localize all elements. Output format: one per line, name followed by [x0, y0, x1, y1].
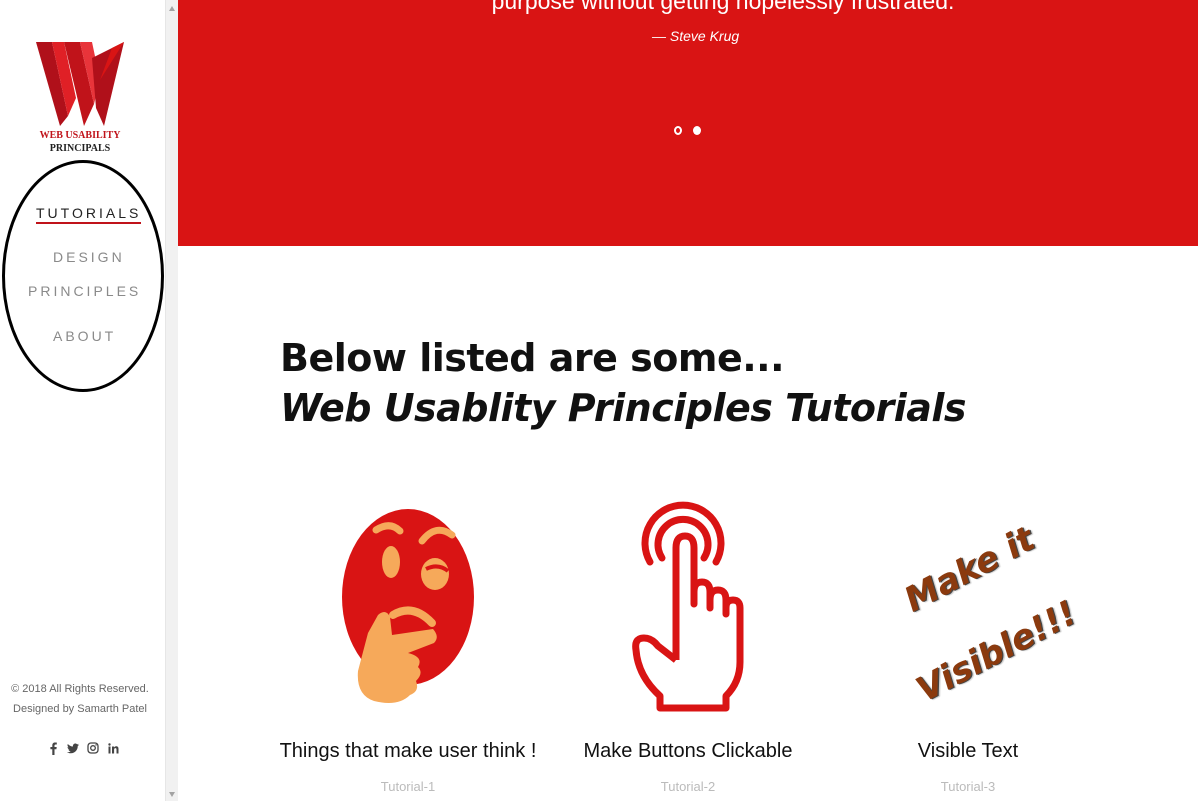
nav-item-principles[interactable]: PRINCIPLES: [28, 283, 141, 299]
slider-dot-2[interactable]: [693, 126, 701, 135]
sidebar-footer: © 2018 All Rights Reserved. Designed by …: [0, 679, 160, 719]
make-it-visible-art[interactable]: Make it Visible!!!: [880, 510, 1083, 711]
card-subtitle-3: Tutorial-3: [940, 779, 996, 794]
nav-item-design[interactable]: DESIGN: [53, 249, 125, 265]
hero-quote-author: — Steve Krug: [652, 28, 740, 44]
card-title-1[interactable]: Things that make user think !: [258, 740, 558, 763]
site-logo[interactable]: WEB USABILITY PRINCIPALS: [30, 38, 130, 160]
linkedin-icon[interactable]: [107, 741, 119, 755]
heading-line2: Web Usablity Principles Tutorials: [280, 386, 967, 430]
twitter-icon[interactable]: [67, 741, 79, 755]
scroll-up-arrow-icon[interactable]: [169, 6, 175, 11]
w-logo-icon: [36, 42, 124, 126]
card-subtitle-1: Tutorial-1: [380, 779, 436, 794]
instagram-icon[interactable]: [87, 741, 99, 755]
scroll-down-arrow-icon[interactable]: [169, 792, 175, 797]
heading-line1: Below listed are some...: [280, 336, 785, 380]
art-text-line1: Make it: [898, 518, 1042, 621]
nav-item-about[interactable]: ABOUT: [53, 328, 116, 344]
slider-dot-1[interactable]: [674, 126, 682, 135]
art-text-line2: Visible!!!: [910, 592, 1084, 711]
thinking-face-icon[interactable]: [338, 505, 478, 715]
nav-highlight-circle: [2, 160, 164, 392]
hero-quote-slider: purpose without getting hopelessly frust…: [178, 0, 1198, 246]
card-subtitle-2: Tutorial-2: [660, 779, 716, 794]
copyright-text: © 2018 All Rights Reserved.: [11, 683, 149, 695]
designer-credit: Designed by Samarth Patel: [13, 703, 147, 715]
hero-quote-text: purpose without getting hopelessly frust…: [491, 0, 955, 14]
section-heading: Below listed are some... Web Usablity Pr…: [280, 333, 967, 433]
facebook-icon[interactable]: [47, 741, 59, 755]
card-title-2[interactable]: Make Buttons Clickable: [538, 740, 838, 763]
nav-item-tutorials[interactable]: TUTORIALS: [36, 205, 142, 224]
social-links: [47, 741, 119, 755]
scrollbar[interactable]: [165, 0, 178, 801]
tap-hand-icon[interactable]: [630, 500, 745, 717]
card-title-3[interactable]: Visible Text: [818, 740, 1118, 763]
logo-text-line2: PRINCIPALS: [49, 143, 111, 154]
logo-text-line1: WEB USABILITY: [39, 130, 121, 141]
sidebar: WEB USABILITY PRINCIPALS TUTORIALS DESIG…: [0, 0, 165, 801]
